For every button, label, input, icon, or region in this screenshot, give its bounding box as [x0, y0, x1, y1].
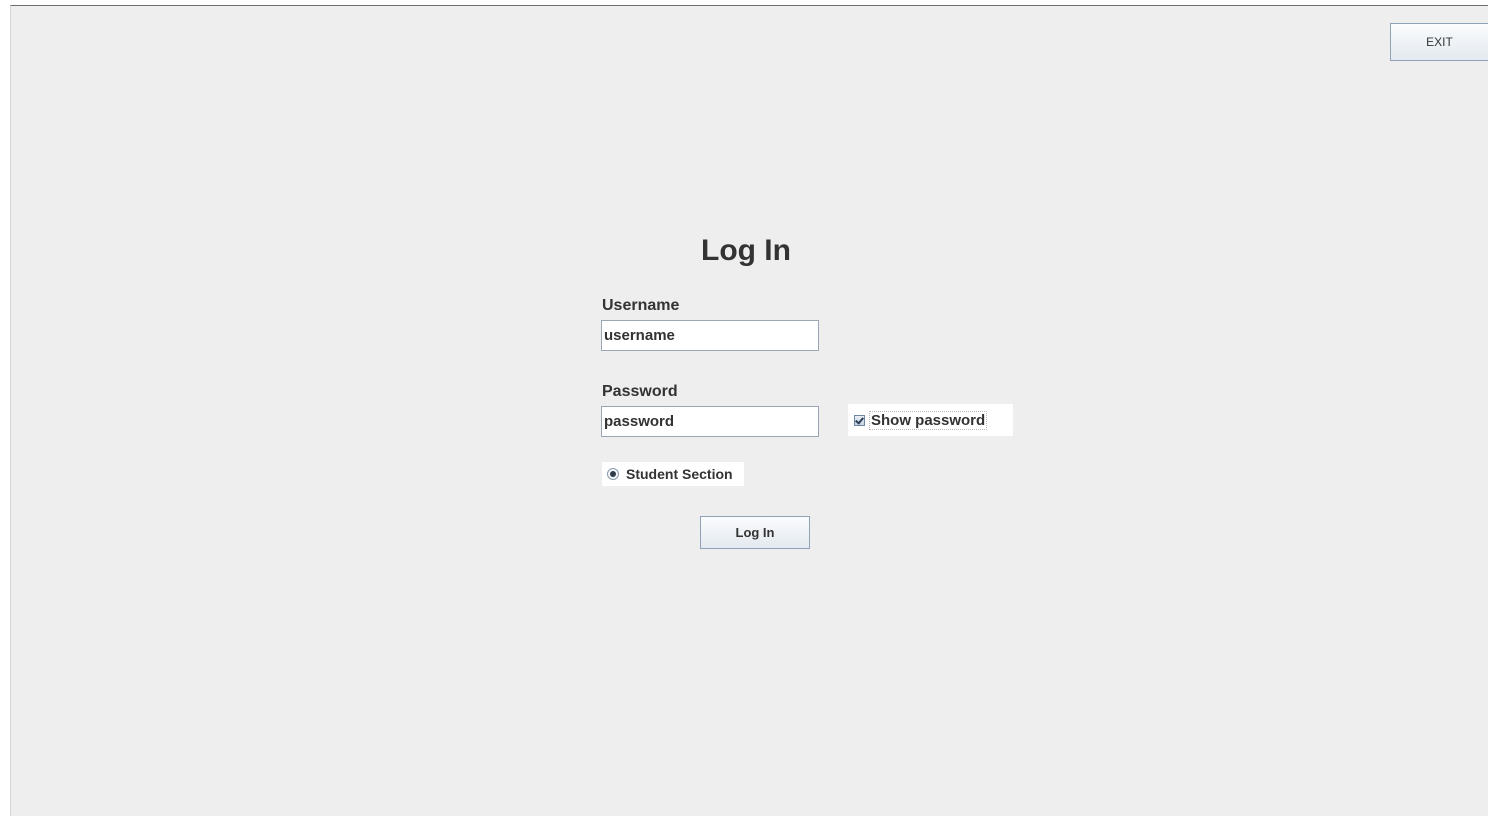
username-input[interactable] — [601, 320, 819, 351]
radio-selected-icon[interactable] — [607, 468, 619, 480]
student-section-label: Student Section — [626, 466, 733, 482]
password-input[interactable] — [601, 406, 819, 437]
login-window: EXIT Log In Username Password Show passw… — [10, 5, 1488, 816]
username-label: Username — [602, 297, 680, 314]
exit-button[interactable]: EXIT — [1390, 23, 1488, 61]
student-section-radio[interactable]: Student Section — [602, 462, 744, 486]
checkbox-checked-icon[interactable] — [854, 414, 865, 426]
password-label: Password — [602, 383, 678, 400]
show-password-checkbox[interactable]: Show password — [848, 404, 1013, 436]
page-title: Log In — [701, 234, 791, 267]
show-password-label: Show password — [869, 410, 988, 430]
login-button[interactable]: Log In — [700, 516, 810, 549]
